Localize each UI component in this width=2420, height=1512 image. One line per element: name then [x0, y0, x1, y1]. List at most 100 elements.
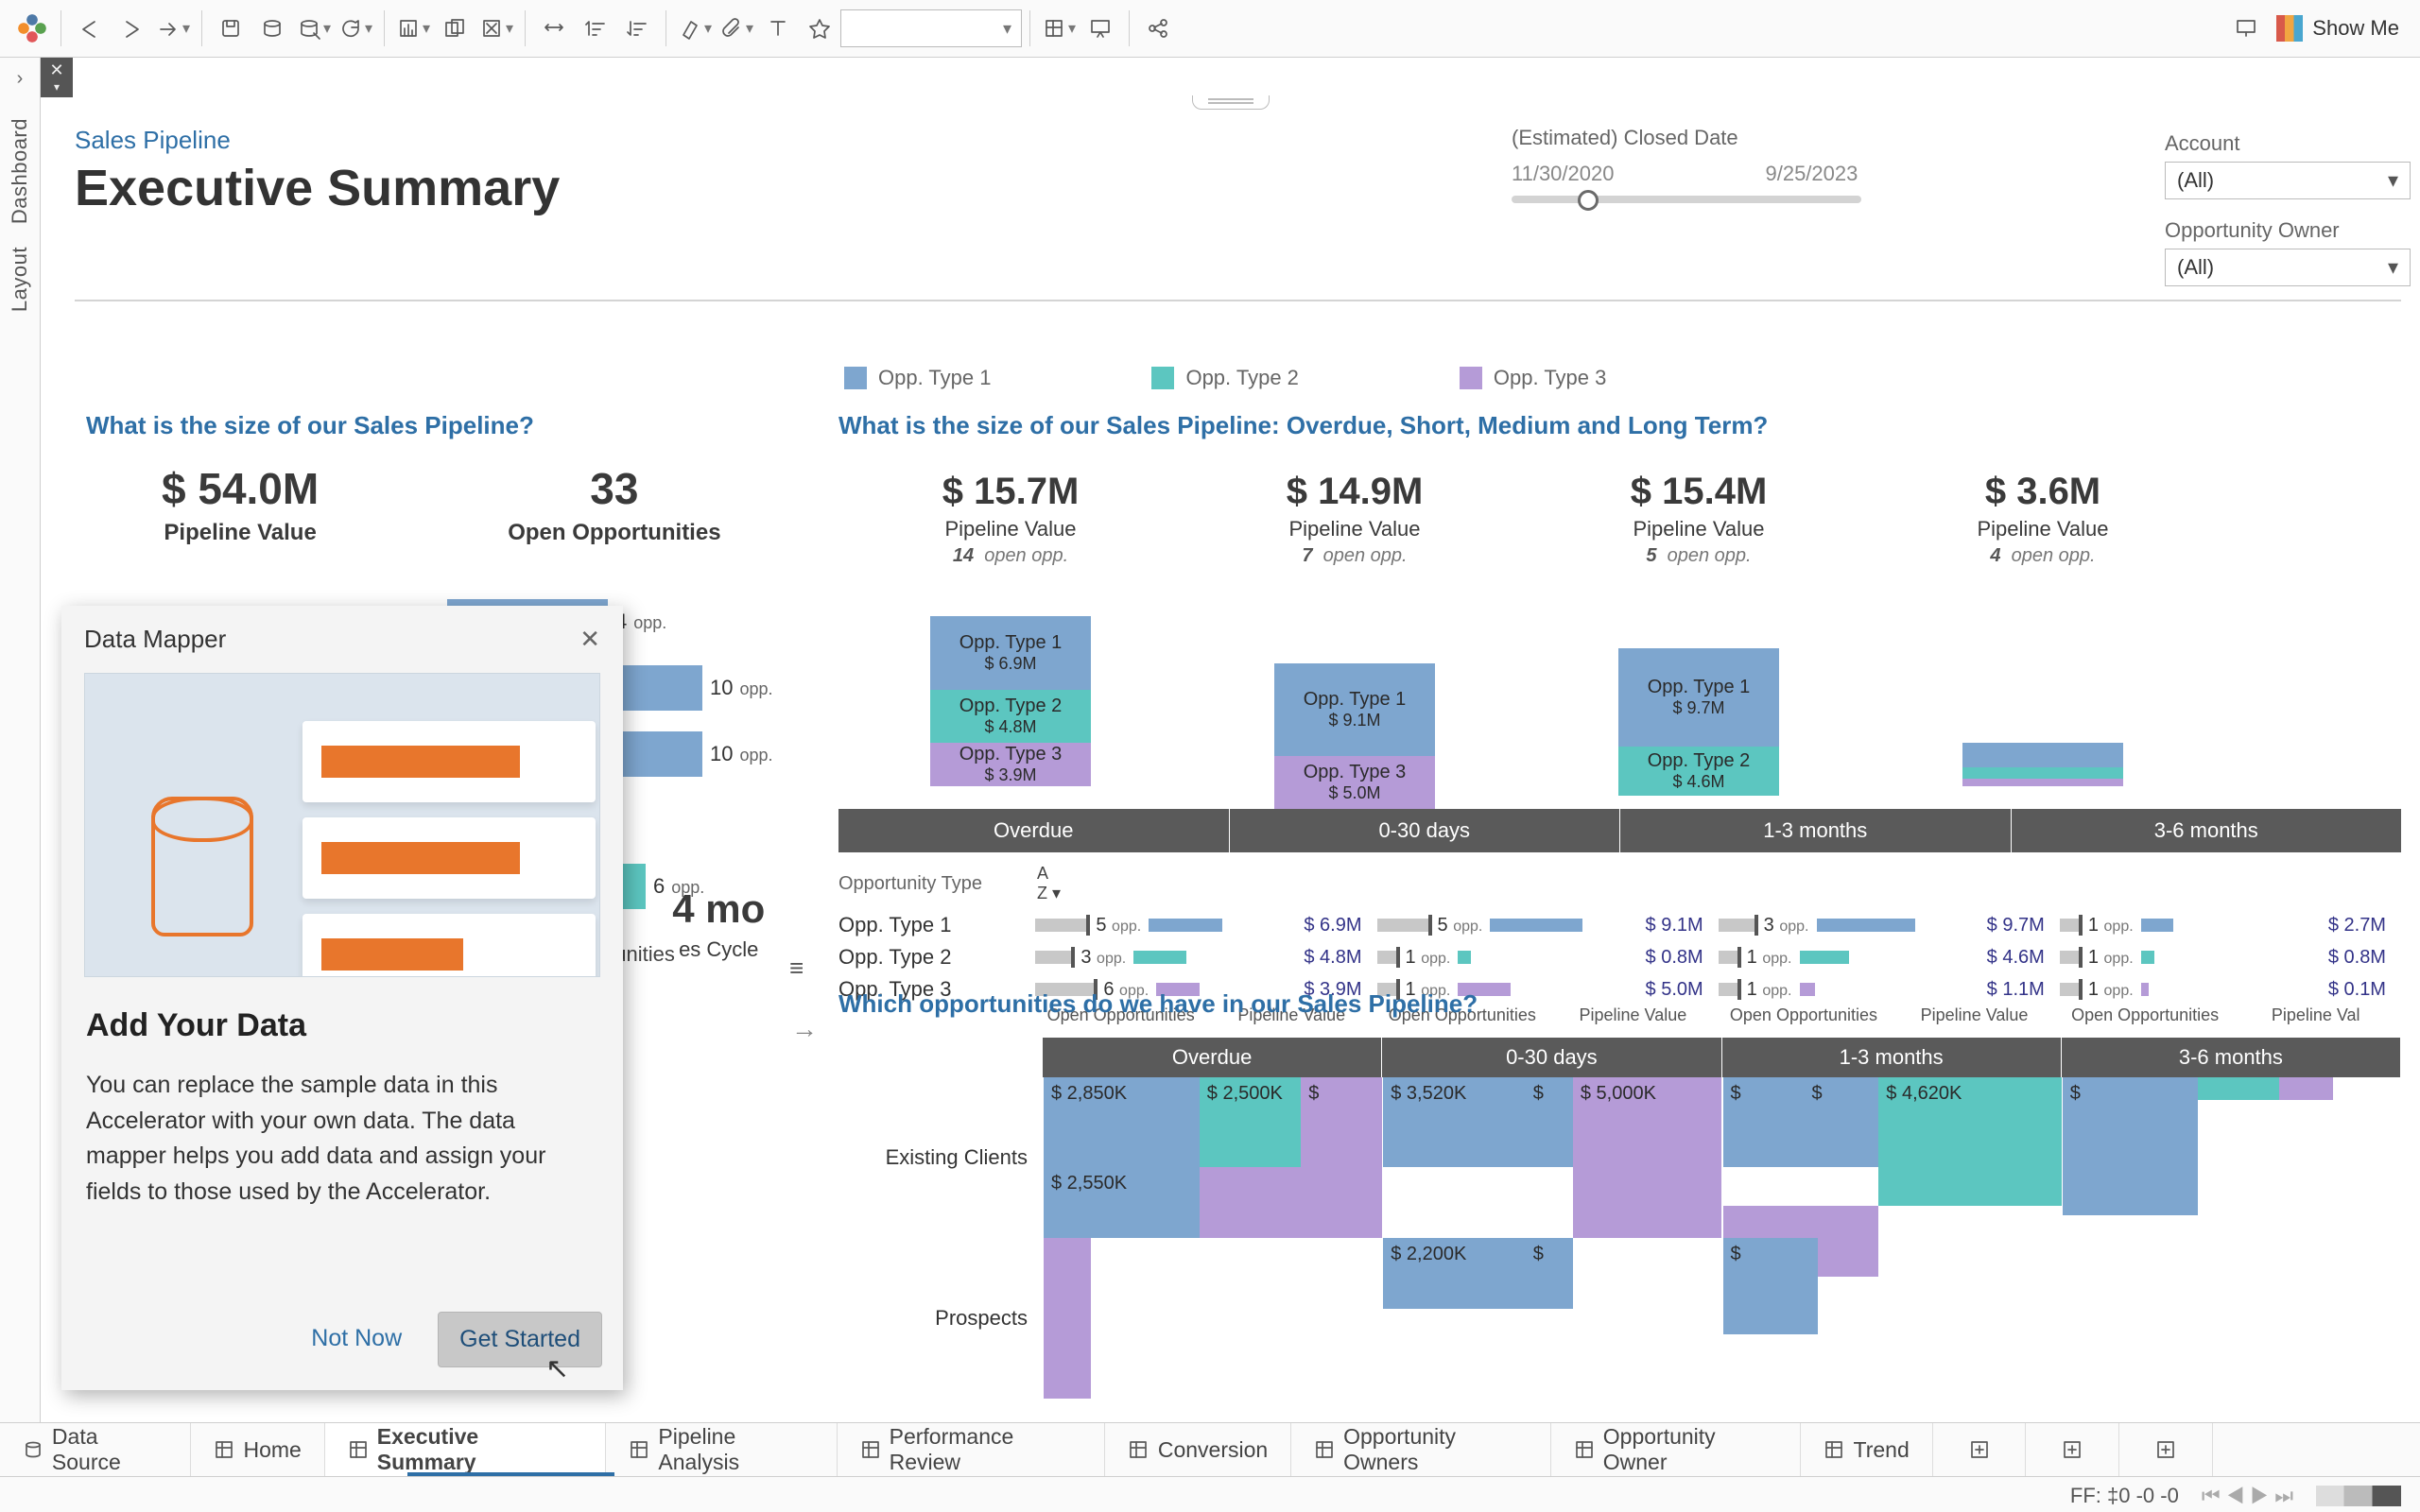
- side-tab-layout[interactable]: Layout: [8, 247, 32, 312]
- kpi-open-opportunities: 33 Open Opportunities: [508, 463, 720, 546]
- tree-block[interactable]: $ 2,500K: [1200, 1077, 1301, 1167]
- sheet-tab[interactable]: Trend: [1801, 1423, 1933, 1476]
- matrix-cell: 1 opp. $ 0.8M: [2060, 947, 2401, 969]
- new-worksheet-button[interactable]: [392, 8, 434, 49]
- resize-handle[interactable]: [1192, 95, 1270, 110]
- highlight-button[interactable]: [674, 8, 716, 49]
- tree-block[interactable]: $: [1526, 1238, 1573, 1309]
- share-button[interactable]: [1137, 8, 1179, 49]
- tree-block[interactable]: $ 4,620K: [1878, 1077, 2061, 1206]
- tree-block[interactable]: $: [1723, 1238, 1818, 1334]
- tree-block[interactable]: $ 3,520K: [1383, 1077, 1525, 1167]
- tree-block[interactable]: [1301, 1167, 1382, 1238]
- date-slider[interactable]: [1512, 196, 1861, 203]
- sheet-tab[interactable]: Executive Summary: [325, 1423, 607, 1476]
- breadcrumb[interactable]: Sales Pipeline: [75, 126, 560, 155]
- sheet-tab[interactable]: Data Source: [0, 1423, 191, 1476]
- tree-question: Which opportunities do we have in our Sa…: [838, 989, 2401, 1019]
- sort-desc-button[interactable]: [616, 8, 658, 49]
- fit-button[interactable]: [1038, 8, 1080, 49]
- sheet-tab-label: Home: [244, 1437, 302, 1463]
- side-tab-dashboard[interactable]: Dashboard: [8, 118, 32, 224]
- tree-cell: $$$ 4,620K: [1723, 1077, 2062, 1238]
- sort-icon[interactable]: AZ ▾: [1037, 864, 1061, 903]
- not-now-button[interactable]: Not Now: [290, 1312, 423, 1367]
- duplicate-button[interactable]: [434, 8, 475, 49]
- account-filter[interactable]: (All): [2165, 162, 2411, 199]
- floating-close-button[interactable]: ✕▾: [41, 58, 73, 97]
- redo-button[interactable]: [111, 8, 152, 49]
- clear-button[interactable]: [475, 8, 517, 49]
- more-menu-icon[interactable]: ≡: [789, 954, 804, 983]
- tree-block[interactable]: $ 2,200K: [1383, 1238, 1525, 1309]
- sheet-tab[interactable]: Home: [191, 1423, 325, 1476]
- sheet-tab-label: Data Source: [52, 1424, 167, 1475]
- revert-button[interactable]: [152, 8, 194, 49]
- legend-item[interactable]: Opp. Type 1: [844, 366, 991, 390]
- modal-close-button[interactable]: ✕: [579, 625, 600, 654]
- owner-filter[interactable]: (All): [2165, 249, 2411, 286]
- new-data-source-button[interactable]: [251, 8, 293, 49]
- expand-panel-button[interactable]: ›: [3, 61, 37, 95]
- new-dashboard-icon[interactable]: [2026, 1423, 2119, 1476]
- undo-button[interactable]: [69, 8, 111, 49]
- sheet-tab[interactable]: Conversion: [1105, 1423, 1291, 1476]
- attach-button[interactable]: [716, 8, 757, 49]
- sheet-tab[interactable]: Opportunity Owner: [1551, 1423, 1801, 1476]
- new-story-icon[interactable]: [2119, 1423, 2213, 1476]
- get-started-button[interactable]: Get Started: [438, 1312, 602, 1367]
- tableau-logo[interactable]: [11, 8, 53, 49]
- tree-block[interactable]: $: [2063, 1077, 2198, 1215]
- presentation-button[interactable]: [1080, 8, 1121, 49]
- kpi-bar-value: 6 opp.: [653, 874, 704, 899]
- modal-heading: Add Your Data: [86, 1007, 598, 1044]
- status-text: FF: ‡0 -0 -0: [2070, 1484, 2179, 1508]
- cursor-icon: ↖: [545, 1352, 569, 1385]
- tree-block[interactable]: [2198, 1077, 2279, 1100]
- legend-item[interactable]: Opp. Type 3: [1460, 366, 1606, 390]
- swap-button[interactable]: [533, 8, 575, 49]
- view-switcher[interactable]: [2316, 1486, 2401, 1506]
- kpi-bar-value: 10 opp.: [710, 742, 773, 766]
- save-button[interactable]: [210, 8, 251, 49]
- modal-title: Data Mapper: [84, 625, 226, 654]
- tree-block[interactable]: $: [1301, 1077, 1382, 1167]
- terms-panel: What is the size of our Sales Pipeline: …: [838, 411, 2401, 1025]
- find-combo[interactable]: [840, 9, 1022, 47]
- text-button[interactable]: [757, 8, 799, 49]
- favorite-button[interactable]: [799, 8, 840, 49]
- tree-block[interactable]: $ 2,550K: [1044, 1167, 1200, 1238]
- tree-block[interactable]: [1200, 1167, 1301, 1238]
- term-column: $ 15.7M Pipeline Value 14 open opp.Opp. …: [838, 467, 1183, 809]
- next-arrow-icon[interactable]: →: [791, 1014, 818, 1044]
- term-label: Overdue: [838, 809, 1230, 852]
- date-filter[interactable]: (Estimated) Closed Date 11/30/2020 9/25/…: [1512, 126, 1861, 203]
- sort-asc-button[interactable]: [575, 8, 616, 49]
- sheet-tab[interactable]: Opportunity Owners: [1291, 1423, 1551, 1476]
- new-worksheet-icon[interactable]: [1933, 1423, 2027, 1476]
- kpi-bar-value: 4 opp.: [615, 610, 666, 634]
- tree-block[interactable]: $: [1804, 1077, 1878, 1167]
- record-nav[interactable]: ⏮ ◀ ▶ ⏭: [2202, 1484, 2293, 1508]
- tree-block[interactable]: $: [1723, 1077, 1805, 1167]
- show-me-button[interactable]: Show Me: [2267, 15, 2409, 42]
- legend-item[interactable]: Opp. Type 2: [1151, 366, 1298, 390]
- tree-block[interactable]: $ 5,000K: [1573, 1077, 1722, 1238]
- tree-cell: $: [2063, 1077, 2401, 1238]
- tree-block[interactable]: [2279, 1077, 2333, 1100]
- sheet-tab[interactable]: Performance Review: [838, 1423, 1105, 1476]
- side-panel: › Dashboard Layout: [0, 58, 41, 1422]
- tree-cell: [1044, 1238, 1382, 1399]
- pause-auto-updates-button[interactable]: [293, 8, 335, 49]
- refresh-button[interactable]: [335, 8, 376, 49]
- guide-button[interactable]: [2225, 8, 2267, 49]
- sheet-tab[interactable]: Pipeline Analysis: [606, 1423, 837, 1476]
- tree-block[interactable]: $: [1526, 1077, 1573, 1167]
- toolbar: Show Me: [0, 0, 2420, 58]
- sheet-tabs: Data Source Home Executive SummaryPipeline…: [0, 1422, 2420, 1476]
- date-slider-thumb[interactable]: [1578, 190, 1599, 211]
- database-icon: [151, 797, 253, 936]
- tree-block[interactable]: [1044, 1238, 1091, 1399]
- tree-block[interactable]: $ 2,850K: [1044, 1077, 1200, 1167]
- legend-swatch: [844, 367, 867, 389]
